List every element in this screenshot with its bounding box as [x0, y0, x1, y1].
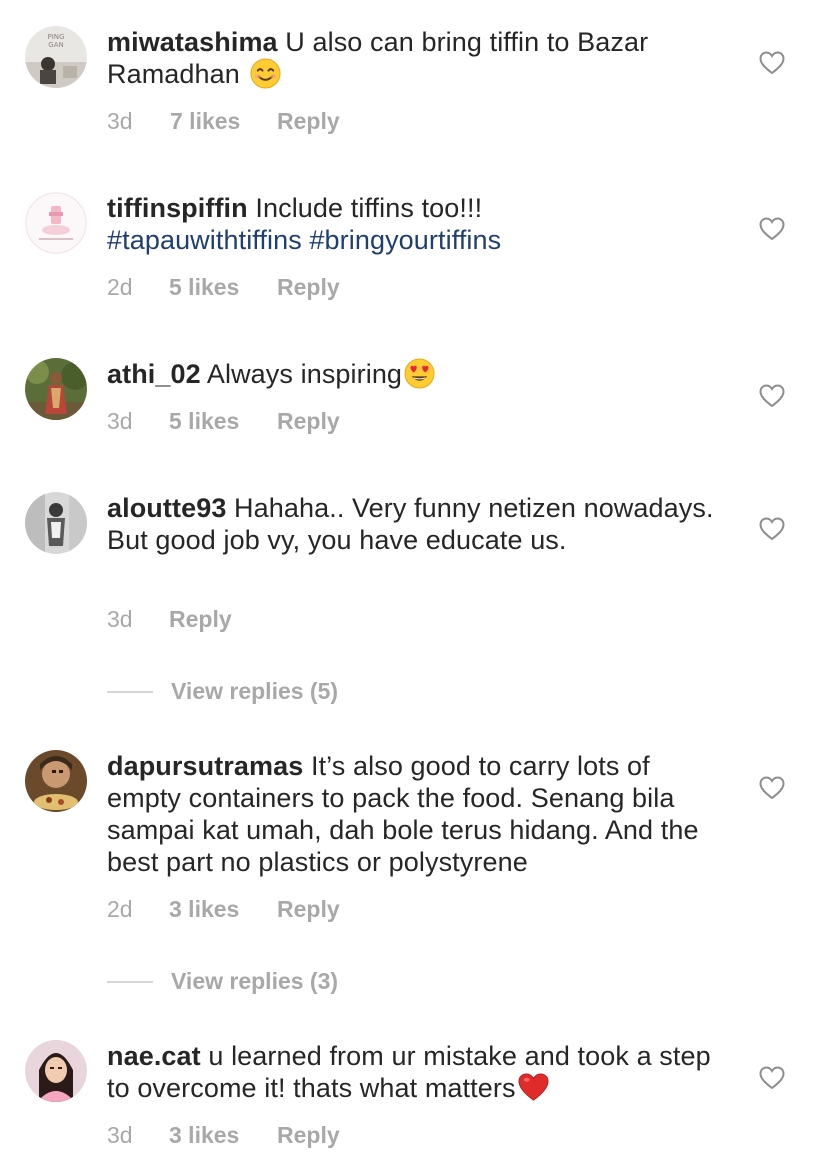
likes-count-link[interactable]: 5 likes [169, 407, 239, 435]
comment-timestamp: 3d [107, 1122, 133, 1148]
avatar[interactable] [25, 358, 87, 420]
comment-text: miwatashima U also can bring tiffin to B… [107, 26, 727, 90]
heart-outline-icon[interactable] [759, 1066, 785, 1090]
svg-text:GAN: GAN [48, 41, 63, 49]
comment-timestamp: 2d [107, 274, 133, 300]
reply-button[interactable]: Reply [277, 273, 340, 301]
avatar[interactable] [25, 192, 87, 254]
heart-outline-icon[interactable] [759, 51, 785, 75]
reply-button[interactable]: Reply [277, 895, 340, 923]
comment-username[interactable]: dapursutramas [107, 751, 303, 781]
view-replies-divider [107, 691, 153, 693]
view-replies-divider [107, 981, 153, 983]
comment-username[interactable]: aloutte93 [107, 493, 226, 523]
heart-eyes-emoji-icon [404, 358, 435, 389]
comment-timestamp: 3d [107, 408, 133, 434]
comment-timestamp: 2d [107, 896, 133, 922]
view-replies-label: View replies (5) [171, 678, 339, 704]
red-heart-emoji-icon [518, 1072, 549, 1103]
comment-body: Always inspiring [206, 359, 403, 389]
avatar[interactable] [25, 492, 87, 554]
comment-text: tiffinspiffin Include tiffins too!!! #ta… [107, 192, 727, 256]
comment-username[interactable]: tiffinspiffin [107, 193, 248, 223]
comment-text: aloutte93 Hahaha.. Very funny netizen no… [107, 492, 727, 556]
smiling-face-emoji-icon [249, 58, 281, 89]
comment-timestamp: 3d [107, 108, 133, 134]
view-replies-button[interactable]: View replies (5) [107, 677, 507, 705]
view-replies-label: View replies (3) [171, 968, 339, 994]
likes-count-link[interactable]: 7 likes [170, 107, 240, 135]
avatar[interactable] [25, 750, 87, 812]
reply-button[interactable]: Reply [277, 407, 340, 435]
likes-count-link[interactable]: 5 likes [169, 273, 239, 301]
likes-count-link[interactable]: 3 likes [169, 1121, 239, 1149]
comment-username[interactable]: athi_02 [107, 359, 201, 389]
likes-count-link[interactable]: 3 likes [169, 895, 239, 923]
heart-outline-icon[interactable] [759, 384, 785, 408]
reply-button[interactable]: Reply [277, 107, 340, 135]
comment-text: dapursutramas It’s also good to carry lo… [107, 750, 727, 878]
svg-text:PING: PING [48, 33, 65, 41]
heart-outline-icon[interactable] [759, 217, 785, 241]
comment-timestamp: 3d [107, 606, 133, 632]
view-replies-button[interactable]: View replies (3) [107, 967, 507, 995]
comment-text: athi_02 Always inspiring [107, 358, 727, 390]
reply-button[interactable]: Reply [277, 1121, 340, 1149]
heart-outline-icon[interactable] [759, 517, 785, 541]
avatar[interactable] [25, 1040, 87, 1102]
comment-body: Include tiffins too!!! [255, 193, 483, 223]
heart-outline-icon[interactable] [759, 776, 785, 800]
reply-button[interactable]: Reply [169, 605, 232, 633]
hashtag-links[interactable]: #tapauwithtiffins #bringyourtiffins [107, 225, 501, 255]
comment-text: nae.cat u learned from ur mistake and to… [107, 1040, 727, 1104]
comment-username[interactable]: miwatashima [107, 27, 278, 57]
comment-username[interactable]: nae.cat [107, 1041, 201, 1071]
avatar[interactable]: PING GAN [25, 26, 87, 88]
